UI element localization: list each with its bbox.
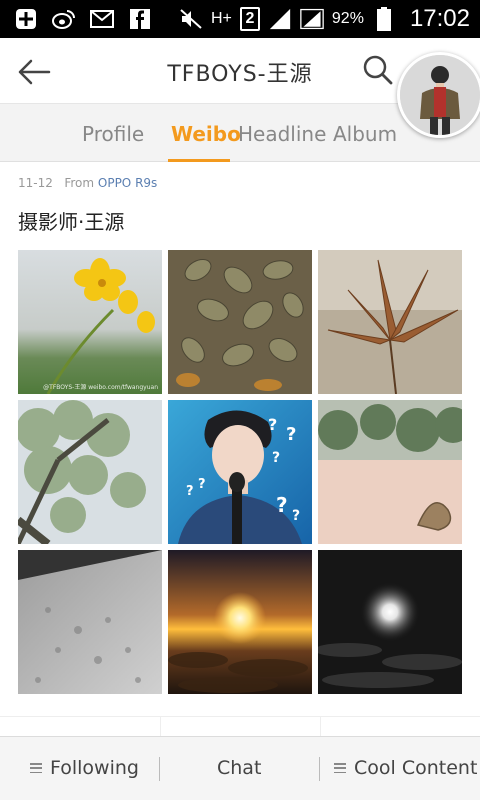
chat-button[interactable]: Chat [217, 757, 261, 779]
svg-text:?: ? [286, 424, 296, 445]
post-date: 11-12 [18, 176, 53, 190]
post-source-link[interactable]: OPPO R9s [98, 176, 157, 190]
weibo-icon [52, 8, 76, 30]
svg-text:?: ? [186, 484, 194, 499]
menu-icon [30, 763, 42, 773]
post-meta: 11-12 From OPPO R9s [18, 176, 157, 190]
bottom-separator [159, 757, 160, 781]
tab-album[interactable]: Album [333, 122, 397, 146]
mute-icon [179, 8, 203, 30]
photo-sand-texture[interactable] [18, 550, 162, 694]
network-badge: 2 [239, 7, 260, 31]
photo-night-sun[interactable] [318, 550, 462, 694]
tab-profile[interactable]: Profile [82, 122, 144, 146]
avatar[interactable] [397, 52, 480, 138]
following-label: Following [50, 757, 139, 779]
photo-grid: @TFBOYS-王源 weibo.com/tfwangyuan ? ? ? ? … [18, 250, 462, 694]
photo-maple-leaf[interactable] [318, 250, 462, 394]
bottom-separator [319, 757, 320, 781]
battery-icon [372, 7, 396, 31]
clock: 17:02 [409, 5, 470, 32]
photo-yellow-flower[interactable]: @TFBOYS-王源 weibo.com/tfwangyuan [18, 250, 162, 394]
tab-headline[interactable]: Headline [238, 122, 326, 146]
search-icon[interactable] [362, 54, 394, 86]
following-button[interactable]: Following [30, 757, 139, 779]
photo-sunset-clouds[interactable] [168, 550, 312, 694]
bottom-bar: Following Chat Cool Content [0, 736, 480, 800]
svg-text:?: ? [198, 477, 206, 492]
svg-text:?: ? [276, 493, 288, 517]
photo-trees[interactable] [18, 400, 162, 544]
tab-weibo[interactable]: Weibo [171, 122, 241, 146]
plus-icon [14, 8, 38, 30]
status-bar: H+ 2 92% 17:02 [0, 0, 480, 38]
photo-watermark: @TFBOYS-王源 weibo.com/tfwangyuan [43, 384, 158, 391]
facebook-icon [128, 8, 152, 30]
active-tab-indicator [168, 159, 230, 162]
svg-text:?: ? [268, 415, 277, 434]
post-action-row [0, 716, 480, 739]
network-type: H+ [211, 10, 232, 27]
signal-icon-2 [300, 8, 324, 30]
chat-label: Chat [217, 757, 262, 779]
mail-icon [90, 8, 114, 30]
svg-text:?: ? [292, 508, 300, 524]
svg-text:?: ? [272, 450, 280, 466]
photo-portrait[interactable]: ??? ???? [168, 400, 312, 544]
menu-icon [334, 763, 346, 773]
photo-leaves[interactable] [168, 250, 312, 394]
post-from-label: From [64, 176, 95, 190]
photo-leaf-on-sand[interactable] [318, 400, 462, 544]
signal-icon [268, 8, 292, 30]
cool-content-button[interactable]: Cool Content [334, 757, 477, 779]
battery-percent: 92% [331, 10, 364, 27]
cool-content-label: Cool Content [354, 757, 478, 779]
post-text: 摄影师·王源 [18, 210, 125, 234]
